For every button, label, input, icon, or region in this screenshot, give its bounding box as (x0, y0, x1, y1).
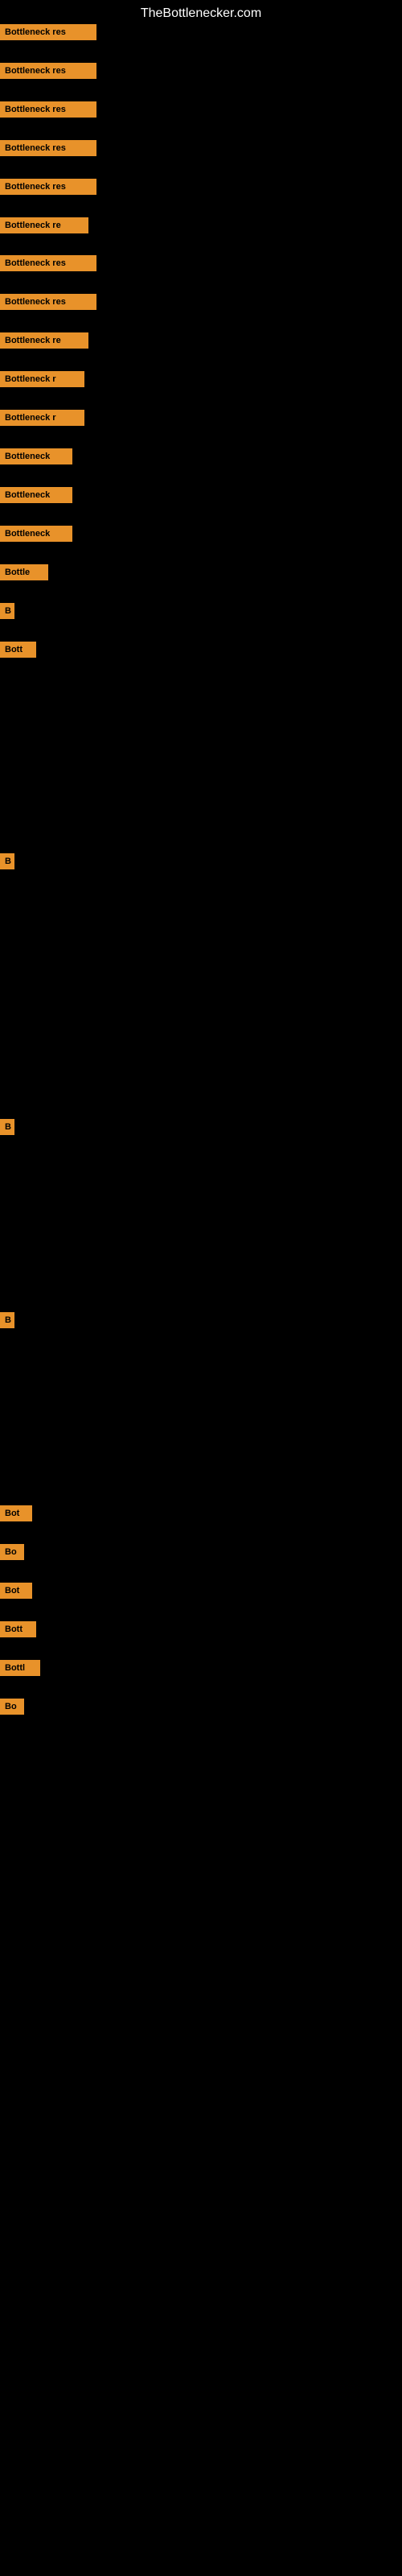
bottleneck-badge-1[interactable]: Bottleneck res (0, 24, 96, 40)
bottleneck-badge-22[interactable]: Bo (0, 1544, 24, 1560)
bottleneck-badge-6[interactable]: Bottleneck re (0, 217, 88, 233)
bottleneck-badge-2[interactable]: Bottleneck res (0, 63, 96, 79)
bottleneck-badge-10[interactable]: Bottleneck r (0, 371, 84, 387)
bottleneck-badge-24[interactable]: Bott (0, 1621, 36, 1637)
bottleneck-badge-11[interactable]: Bottleneck r (0, 410, 84, 426)
bottleneck-badge-9[interactable]: Bottleneck re (0, 332, 88, 349)
bottleneck-badge-20[interactable]: B (0, 1312, 14, 1328)
bottleneck-badge-18[interactable]: B (0, 853, 14, 869)
bottleneck-badge-26[interactable]: Bo (0, 1699, 24, 1715)
bottleneck-badge-12[interactable]: Bottleneck (0, 448, 72, 464)
bottleneck-badge-15[interactable]: Bottle (0, 564, 48, 580)
bottleneck-badge-4[interactable]: Bottleneck res (0, 140, 96, 156)
bottleneck-badge-23[interactable]: Bot (0, 1583, 32, 1599)
bottleneck-badge-7[interactable]: Bottleneck res (0, 255, 96, 271)
bottleneck-badge-13[interactable]: Bottleneck (0, 487, 72, 503)
bottleneck-badge-21[interactable]: Bot (0, 1505, 32, 1521)
bottleneck-badge-19[interactable]: B (0, 1119, 14, 1135)
bottleneck-badge-25[interactable]: Bottl (0, 1660, 40, 1676)
bottleneck-badge-14[interactable]: Bottleneck (0, 526, 72, 542)
bottleneck-badge-16[interactable]: B (0, 603, 14, 619)
bottleneck-badge-3[interactable]: Bottleneck res (0, 101, 96, 118)
site-title: TheBottlenecker.com (0, 0, 402, 27)
bottleneck-badge-8[interactable]: Bottleneck res (0, 294, 96, 310)
bottleneck-badge-17[interactable]: Bott (0, 642, 36, 658)
bottleneck-badge-5[interactable]: Bottleneck res (0, 179, 96, 195)
